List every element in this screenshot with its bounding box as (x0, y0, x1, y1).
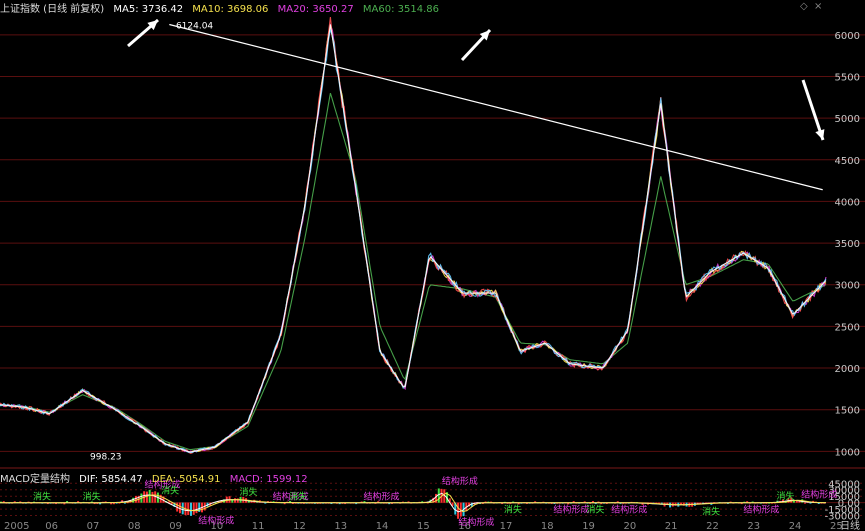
settings-icon[interactable]: ◇ (800, 1, 808, 12)
price-tick-label: 1000 (835, 447, 860, 458)
price-tick-label: 1500 (835, 406, 860, 417)
dif-readout: DIF: 5854.47 (79, 474, 143, 485)
structure-label: 结构形成 (198, 514, 234, 526)
macd-indicator-header: MACD定量结构 DIF: 5854.47 DEA: 5054.91 MACD:… (0, 470, 314, 485)
structure-label: 消失 (776, 490, 794, 502)
structure-label: 结构形成 (611, 504, 647, 516)
low-label: 998.23 (90, 453, 122, 463)
x-tick-label: 15 (417, 521, 430, 531)
structure-label: 消失 (289, 491, 307, 503)
structure-label: 结构形成 (553, 504, 589, 516)
window-title: 上证指数 (日线 前复权) (0, 4, 105, 15)
structure-label: 消失 (83, 491, 101, 503)
macd-bar[interactable] (192, 502, 195, 515)
structure-label: 消失 (586, 504, 604, 516)
x-tick-label: 18 (541, 521, 554, 531)
x-tick-label: 17 (500, 521, 513, 531)
macd-bar[interactable] (264, 502, 267, 504)
x-tick-label: 09 (169, 521, 182, 531)
macd-bar[interactable] (234, 498, 237, 503)
macd-bar[interactable] (187, 502, 190, 516)
x-tick-label: 08 (128, 521, 141, 531)
structure-label: 消失 (33, 491, 51, 503)
ma20-readout: MA20: 3650.27 (277, 4, 354, 15)
x-tick-label: 23 (747, 521, 760, 531)
macd-bar[interactable] (145, 491, 148, 503)
x-tick-label: 2005 (4, 521, 29, 531)
x-tick-label: 22 (706, 521, 719, 531)
macd-readout: MACD: 1599.12 (229, 474, 308, 485)
x-tick-label: 07 (87, 521, 100, 531)
x-tick-label: 24 (789, 521, 802, 531)
macd-bar[interactable] (151, 491, 154, 503)
ma5-readout: MA5: 3736.42 (113, 4, 184, 15)
price-tick-label: 2000 (835, 364, 860, 375)
x-tick-label: 11 (252, 521, 265, 531)
macd-bar[interactable] (189, 502, 192, 516)
structure-label: 消失 (240, 486, 258, 498)
price-tick-label: 5000 (835, 114, 860, 125)
peak-label: 6124.04 (176, 21, 213, 31)
macd-bar[interactable] (134, 495, 137, 503)
stock-chart[interactable]: 6000 5500 5000 4500 4000 3500 3000 2500 2000 1500… (0, 0, 865, 531)
price-tick-label: 4000 (835, 197, 860, 208)
price-tick-label: 2500 (835, 322, 860, 333)
x-tick-label: 06 (45, 521, 58, 531)
structure-label: 结构形成 (801, 488, 837, 500)
x-tick-label: 21 (665, 521, 678, 531)
structure-label: 结构形成 (743, 504, 779, 516)
price-tick-label: 6000 (835, 31, 860, 42)
grid-lines (0, 0, 865, 531)
structure-label: 结构形成 (458, 516, 494, 528)
x-tick-label: 20 (624, 521, 637, 531)
macd-bar[interactable] (195, 502, 198, 514)
structure-label: 消失 (702, 505, 720, 517)
price-tick-label: 3000 (835, 281, 860, 292)
close-icon[interactable]: × (814, 1, 822, 12)
ma10-readout: MA10: 3698.06 (192, 4, 269, 15)
structure-label: 消失 (504, 504, 522, 516)
price-tick-label: 5500 (835, 72, 860, 83)
macd-bar[interactable] (803, 502, 806, 504)
macd-indicator-name: MACD定量结构 (0, 474, 70, 485)
macd-bar[interactable] (437, 488, 440, 503)
period-label: 日线 (840, 519, 860, 531)
ma60-readout: MA60: 3514.86 (362, 4, 439, 15)
x-tick-label: 14 (376, 521, 389, 531)
macd-bar[interactable] (236, 498, 239, 503)
structure-label: 结构形成 (363, 491, 399, 503)
structure-label: 结构形成 (442, 475, 478, 487)
structure-label: 消失 (161, 485, 179, 497)
x-tick-label: 13 (334, 521, 347, 531)
x-tick-label: 19 (582, 521, 595, 531)
price-tick-label: 3500 (835, 239, 860, 250)
macd-bar[interactable] (148, 489, 151, 503)
price-tick-label: 4500 (835, 156, 860, 167)
main-indicator-header: 上证指数 (日线 前复权) MA5: 3736.42 MA10: 3698.06… (0, 0, 445, 15)
dea-readout: DEA: 5054.91 (151, 474, 221, 485)
x-tick-label: 12 (293, 521, 306, 531)
